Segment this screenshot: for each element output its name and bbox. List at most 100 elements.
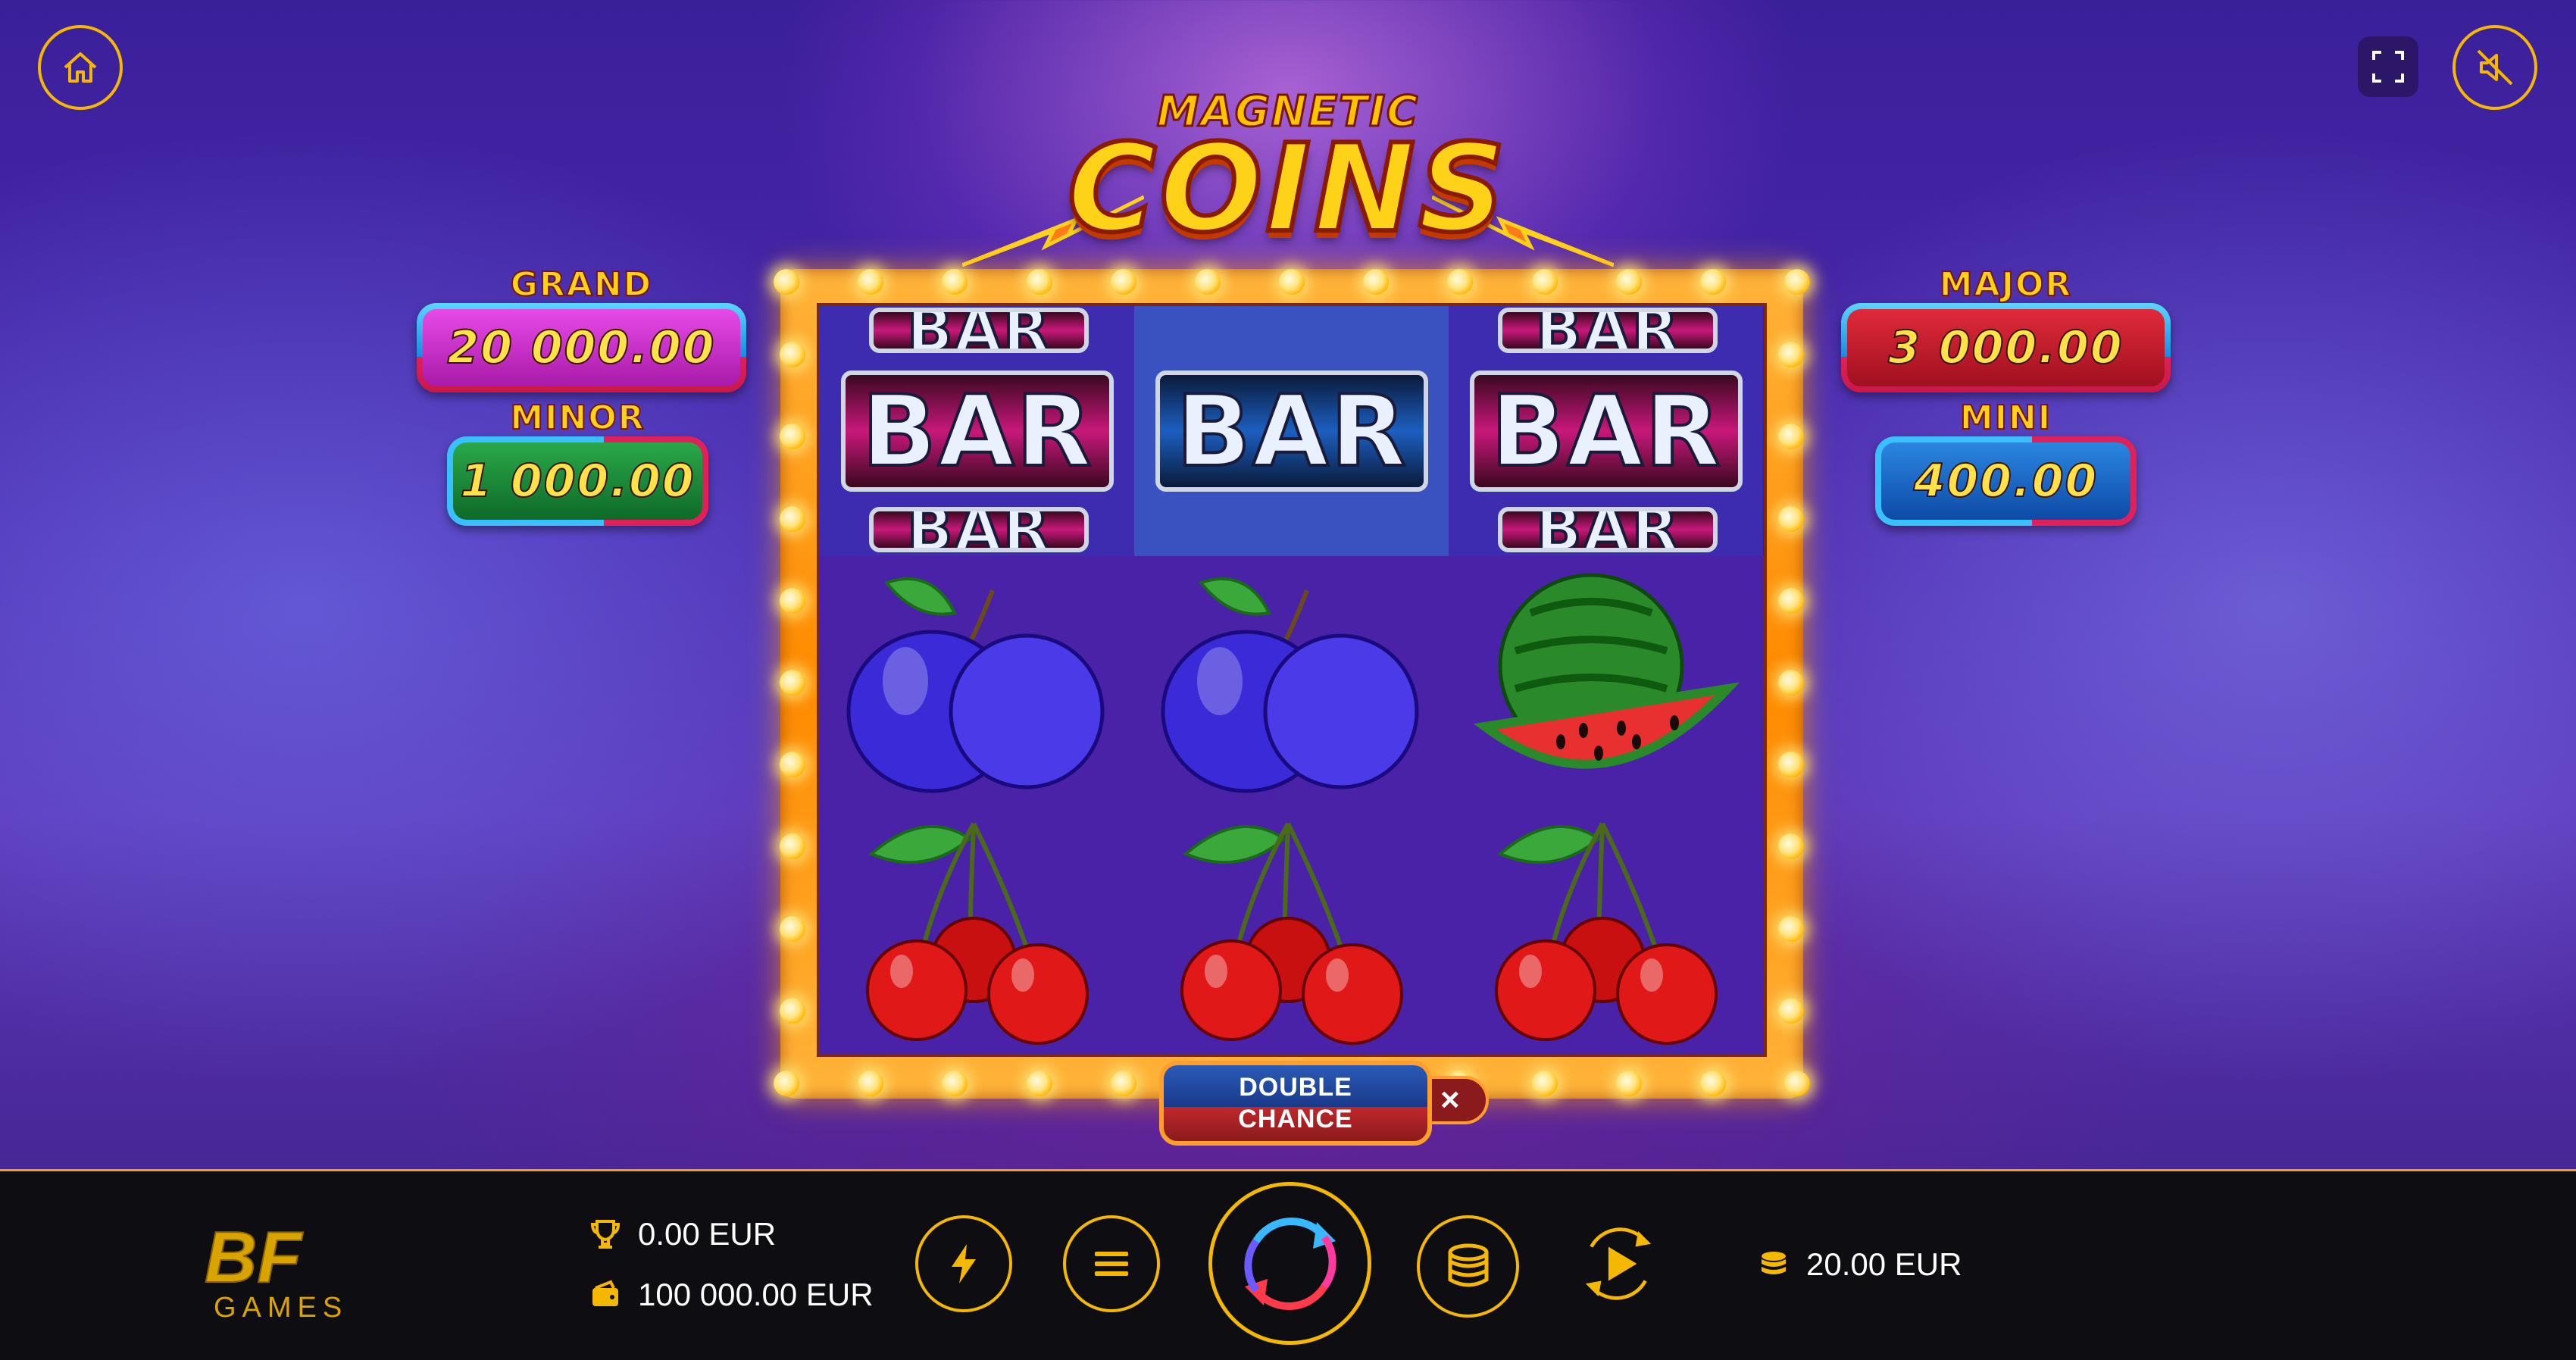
watermelon-icon — [1473, 573, 1740, 769]
home-icon — [64, 52, 97, 83]
frame-bulb — [1279, 269, 1305, 295]
bar-symbol-partial-top: BAR — [1498, 308, 1718, 353]
balance-amount: 100 000.00 EUR — [638, 1277, 874, 1312]
frame-bulb — [780, 752, 805, 778]
jackpot-major-label: MAJOR — [1939, 265, 2073, 304]
frame-bulb — [780, 505, 805, 532]
coin-stack-icon — [1762, 1252, 1786, 1274]
frame-bulb — [1778, 670, 1804, 696]
bar-symbol-partial-bottom: BAR — [869, 507, 1089, 552]
fullscreen-button[interactable] — [2358, 36, 2418, 97]
autoplay-button[interactable] — [1570, 1215, 1667, 1312]
jackpot-grand-value: 20 000.00 — [423, 309, 740, 386]
frame-bulb — [1026, 269, 1052, 295]
frame-bulb — [1778, 587, 1804, 614]
toggle-close-icon: × — [1440, 1081, 1460, 1118]
double-chance-line1: DOUBLE — [1239, 1073, 1352, 1102]
double-chance-line2: CHANCE — [1238, 1105, 1353, 1133]
frame-bulb — [1194, 269, 1221, 295]
sound-muted-icon — [2477, 49, 2513, 86]
wallet-icon — [592, 1280, 618, 1306]
jackpot-minor-value: 1 000.00 — [453, 442, 702, 520]
win-display: 0.00 EUR — [589, 1216, 776, 1252]
frame-bulb — [780, 342, 805, 368]
frame-bulb — [1110, 269, 1136, 295]
bet-amount: 20.00 EUR — [1806, 1246, 1962, 1282]
reel-1-row-1: BAR BAR BAR — [820, 306, 1134, 556]
frame-bulb — [1699, 1071, 1726, 1096]
bar-symbol: BAR — [1155, 370, 1428, 492]
brand-name: BF — [204, 1217, 302, 1298]
fullscreen-icon — [2372, 51, 2404, 83]
logo-line2: COINS — [1065, 115, 1509, 261]
frame-bulb — [780, 915, 805, 942]
reel-3-row-3 — [1449, 805, 1763, 1055]
jackpot-grand: GRAND 20 000.00 — [417, 265, 746, 392]
frame-bulb — [780, 587, 805, 614]
frame-bulb — [774, 1071, 799, 1096]
reel-2-row-1: BAR — [1134, 306, 1449, 556]
jackpot-major-value: 3 000.00 — [1847, 309, 2165, 386]
jackpot-mini: MINI 400.00 — [1875, 399, 2137, 526]
bf-games-logo: BF GAMES — [204, 1217, 349, 1324]
bar-symbol-partial-bottom: BAR — [1498, 507, 1718, 552]
jackpot-minor-plate: 1 000.00 — [447, 436, 708, 526]
cherries-icon — [1494, 822, 1718, 1045]
frame-bulb — [1615, 1071, 1642, 1096]
jackpot-mini-value: 400.00 — [1881, 442, 2131, 520]
reel-1-row-3 — [820, 805, 1134, 1055]
turbo-icon — [952, 1244, 976, 1283]
jackpot-mini-plate: 400.00 — [1875, 436, 2137, 526]
jackpot-major-plate: 3 000.00 — [1841, 303, 2171, 392]
frame-bulb — [858, 269, 884, 295]
cherries-icon — [865, 822, 1089, 1045]
plum-icon — [1161, 577, 1418, 793]
bet-display: 20.00 EUR — [1758, 1246, 1962, 1283]
frame-bulb — [858, 1071, 884, 1096]
autoplay-icon — [1585, 1227, 1652, 1300]
reel-3-row-2 — [1449, 556, 1763, 806]
bar-symbol: BAR — [841, 370, 1114, 492]
turbo-button[interactable] — [915, 1215, 1012, 1312]
reel-grid: BAR BAR BAR BAR BAR BAR BAR — [817, 303, 1767, 1057]
reel-1-row-2 — [820, 556, 1134, 806]
coins-icon — [1448, 1243, 1488, 1287]
spin-button[interactable] — [1208, 1182, 1371, 1345]
menu-button[interactable] — [1063, 1215, 1160, 1312]
frame-bulb — [1363, 269, 1390, 295]
frame-bulb — [1778, 915, 1804, 942]
jackpot-mini-label: MINI — [1959, 399, 2052, 437]
frame-bulb — [1778, 752, 1804, 778]
brand-sub: GAMES — [214, 1292, 349, 1324]
jackpot-minor-label: MINOR — [509, 399, 646, 437]
bar-symbol: BAR — [1470, 370, 1743, 492]
jackpot-grand-plate: 20 000.00 — [417, 303, 746, 392]
home-button[interactable] — [38, 25, 123, 110]
cherries-icon — [1180, 822, 1403, 1045]
spin-icon — [1243, 1217, 1336, 1310]
trophy-icon — [590, 1220, 621, 1249]
frame-bulb — [1110, 1071, 1136, 1096]
sound-toggle-button[interactable] — [2453, 25, 2537, 110]
jackpot-grand-label: GRAND — [510, 265, 653, 304]
reel-2-row-3 — [1134, 805, 1449, 1055]
balance-display: 100 000.00 EUR — [589, 1277, 874, 1313]
reel-3-row-1: BAR BAR BAR — [1449, 306, 1763, 556]
frame-bulb — [774, 269, 799, 295]
jackpot-minor: MINOR 1 000.00 — [447, 399, 708, 526]
double-chance-button[interactable]: DOUBLE CHANCE — [1159, 1061, 1432, 1146]
menu-icon — [1095, 1252, 1128, 1276]
frame-bulb — [1531, 269, 1558, 295]
frame-bulb — [1778, 505, 1804, 532]
frame-bulb — [780, 997, 805, 1024]
frame-bulb — [780, 670, 805, 696]
plum-icon — [846, 577, 1104, 793]
frame-bulb — [1784, 269, 1810, 295]
bet-button[interactable] — [1417, 1215, 1519, 1318]
frame-bulb — [1615, 269, 1642, 295]
frame-bulb — [1531, 1071, 1558, 1096]
frame-bulb — [1784, 1071, 1810, 1096]
frame-bulb — [1699, 269, 1726, 295]
win-amount: 0.00 EUR — [638, 1216, 777, 1252]
bar-symbol-partial-top: BAR — [869, 308, 1089, 353]
